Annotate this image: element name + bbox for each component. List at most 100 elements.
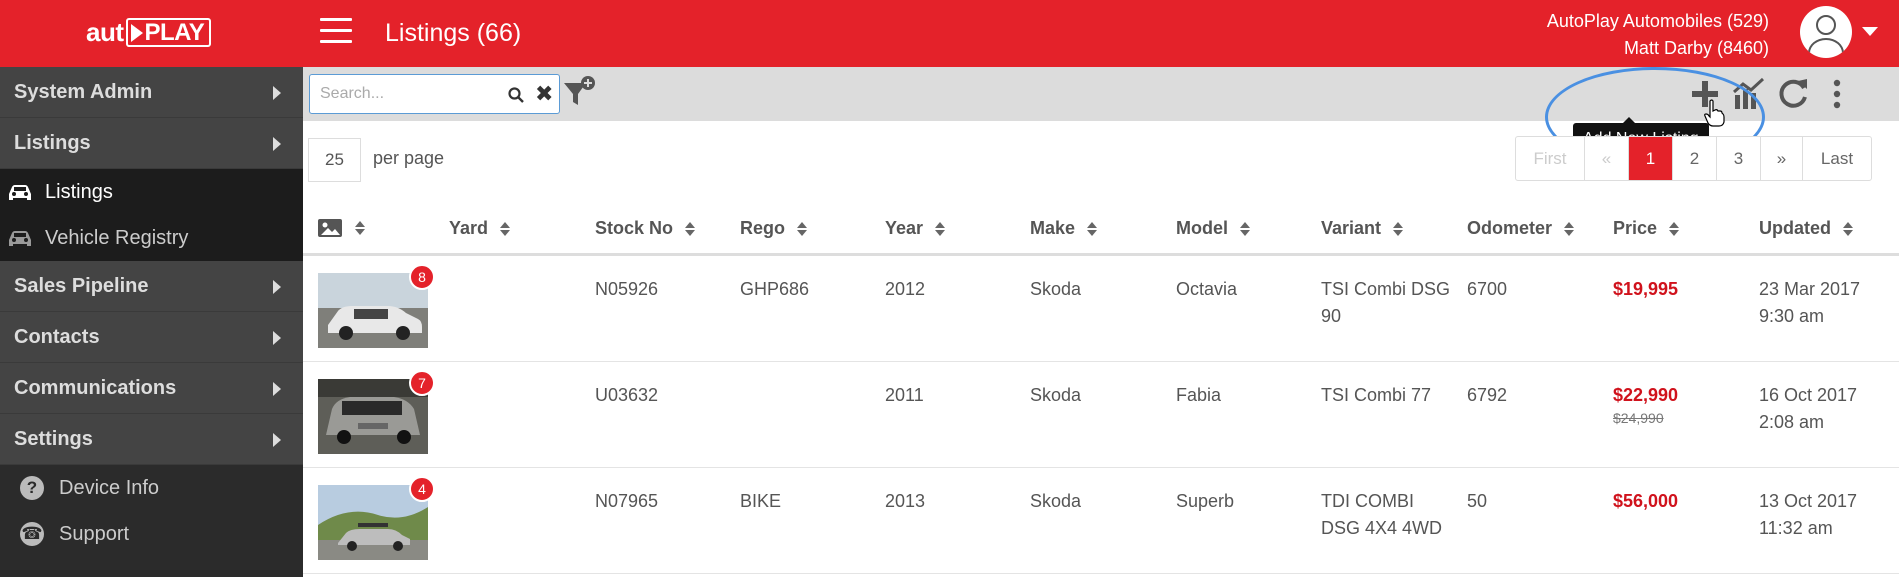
- page-first[interactable]: First: [1516, 137, 1584, 180]
- dealer-name: AutoPlay Automobiles (529): [1546, 11, 1769, 31]
- col-year[interactable]: Year: [885, 218, 946, 239]
- col-rego[interactable]: Rego: [740, 218, 807, 239]
- col-label: Variant: [1321, 218, 1382, 238]
- nav-listings[interactable]: Listings: [0, 118, 303, 169]
- search-input[interactable]: [320, 83, 490, 105]
- page-1[interactable]: 1: [1628, 137, 1672, 180]
- logo-text-left: aut: [86, 17, 124, 47]
- top-bar: aut PLAY Listings (66) AutoPlay Automobi…: [0, 0, 1899, 67]
- search-box: ✖: [309, 74, 560, 114]
- autoplay-logo[interactable]: aut PLAY: [86, 17, 216, 48]
- sort-icon: [355, 221, 365, 235]
- clear-search-icon[interactable]: ✖: [535, 83, 553, 105]
- account-info: AutoPlay Automobiles (529) Matt Darby (8…: [1547, 8, 1769, 62]
- per-page-label: per page: [373, 148, 445, 168]
- sort-icon: [1564, 221, 1575, 236]
- col-stock-no[interactable]: Stock No: [595, 218, 696, 239]
- image-icon: [318, 219, 342, 237]
- page-last[interactable]: Last: [1802, 137, 1871, 180]
- col-label: Odometer: [1467, 218, 1553, 238]
- caret-right-icon: [273, 280, 281, 294]
- logo-play-box: PLAY: [125, 18, 212, 47]
- cell-odometer: 6792: [1467, 385, 1508, 405]
- cell-odometer: 6700: [1467, 279, 1508, 299]
- cell-year: 2011: [885, 385, 924, 405]
- price-current: $22,990: [1613, 385, 1679, 405]
- col-odometer[interactable]: Odometer: [1467, 218, 1575, 239]
- nav-label: Vehicle Registry: [45, 226, 189, 249]
- nav-label: Device Info: [59, 476, 160, 499]
- caret-right-icon: [273, 433, 281, 447]
- price-was: $24,990: [1613, 410, 1664, 426]
- col-label: Year: [885, 218, 924, 238]
- nav-settings[interactable]: Settings: [0, 414, 303, 465]
- cell-updated: 13 Oct 2017 11:32 am: [1759, 491, 1858, 538]
- cell-updated: 16 Oct 2017 2:08 am: [1759, 385, 1858, 432]
- col-label: Make: [1030, 218, 1076, 238]
- refresh-icon[interactable]: [1773, 75, 1813, 113]
- page-prev[interactable]: «: [1584, 137, 1628, 180]
- cell-variant: TSI Combi 77: [1321, 385, 1432, 405]
- col-label: Stock No: [595, 218, 674, 238]
- nav-device-info[interactable]: ? Device Info: [0, 465, 303, 511]
- col-model[interactable]: Model: [1176, 218, 1250, 239]
- cell-make: Skoda: [1030, 279, 1082, 299]
- play-icon: [130, 23, 143, 42]
- sort-icon: [685, 221, 696, 236]
- add-filter-icon[interactable]: [561, 75, 597, 111]
- sidebar: System Admin Listings Listings Vehicle R…: [0, 67, 303, 577]
- col-price[interactable]: Price: [1613, 218, 1680, 239]
- table-row[interactable]: 7 U03632 2011 Skoda Fabia TSI Combi 77 6…: [303, 362, 1899, 468]
- col-variant[interactable]: Variant: [1321, 218, 1404, 239]
- user-avatar-icon[interactable]: [1800, 6, 1852, 58]
- nav-sub-listings[interactable]: Listings: [0, 169, 303, 215]
- nav-contacts[interactable]: Contacts: [0, 312, 303, 363]
- pagination: First « 1 2 3 » Last: [1515, 136, 1872, 181]
- logo-text-right: PLAY: [144, 19, 205, 46]
- menu-toggle-icon[interactable]: [320, 18, 352, 46]
- photo-count-badge: 7: [409, 370, 435, 396]
- cell-stock: U03632: [595, 385, 659, 405]
- nav-label: Settings: [14, 427, 93, 450]
- per-page-select[interactable]: 25: [308, 138, 361, 182]
- col-updated[interactable]: Updated: [1759, 218, 1853, 239]
- nav-label: Sales Pipeline: [14, 274, 149, 297]
- col-label: Rego: [740, 218, 785, 238]
- page-title: Listings (66): [385, 19, 522, 47]
- col-yard[interactable]: Yard: [449, 218, 511, 239]
- search-icon[interactable]: [508, 87, 524, 103]
- page-next[interactable]: »: [1760, 137, 1802, 180]
- photo-count-badge: 8: [409, 264, 435, 290]
- table-row[interactable]: 8 N05926 GHP686 2012 Skoda Octavia TSI C…: [303, 256, 1899, 362]
- nav-label: Communications: [14, 376, 177, 399]
- cell-rego: GHP686: [740, 279, 810, 299]
- nav-label: System Admin: [14, 80, 153, 103]
- sort-icon: [500, 221, 511, 236]
- cell-year: 2013: [885, 491, 926, 511]
- nav-sales-pipeline[interactable]: Sales Pipeline: [0, 261, 303, 312]
- cell-price: $19,995: [1613, 279, 1679, 299]
- more-options-icon[interactable]: [1822, 75, 1852, 113]
- col-label: Model: [1176, 218, 1228, 238]
- sort-icon: [1240, 221, 1250, 236]
- nav-sub-vehicle-registry[interactable]: Vehicle Registry: [0, 215, 303, 261]
- page-3[interactable]: 3: [1716, 137, 1760, 180]
- col-make[interactable]: Make: [1030, 218, 1098, 239]
- page-2[interactable]: 2: [1672, 137, 1716, 180]
- cell-odometer: 50: [1467, 491, 1488, 511]
- nav-label: Contacts: [14, 325, 100, 348]
- cell-price: $22,990 $24,990: [1613, 382, 1678, 427]
- nav-label: Listings: [14, 131, 91, 154]
- table-header: Yard Stock No Rego Year Make Model Varia…: [303, 210, 1899, 256]
- col-photo[interactable]: [317, 218, 365, 238]
- cell-stock: N07965: [595, 491, 659, 511]
- user-name: Matt Darby (8460): [1623, 38, 1769, 58]
- nav-communications[interactable]: Communications: [0, 363, 303, 414]
- sort-icon: [797, 221, 807, 236]
- nav-system-admin[interactable]: System Admin: [0, 67, 303, 118]
- col-label: Updated: [1759, 218, 1831, 238]
- table-row[interactable]: 4 N07965 BIKE 2013 Skoda Superb TDI COMB…: [303, 468, 1899, 574]
- caret-right-icon: [273, 86, 281, 100]
- user-menu-caret-icon[interactable]: [1862, 27, 1878, 36]
- nav-support[interactable]: ☎ Support: [0, 511, 303, 557]
